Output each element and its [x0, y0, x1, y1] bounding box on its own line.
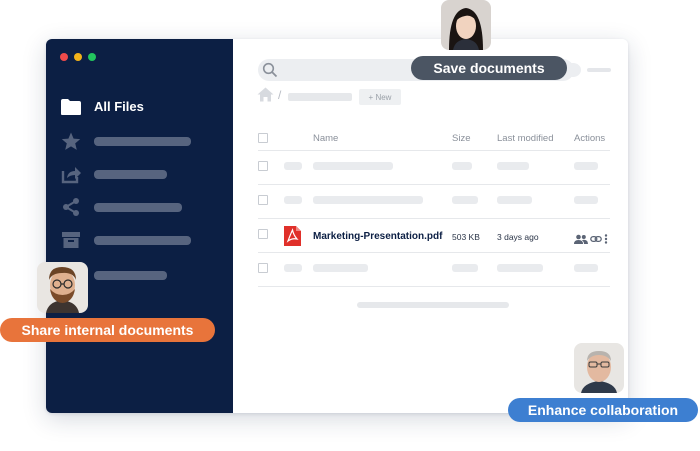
file-icon-placeholder	[284, 162, 302, 170]
new-button[interactable]: + New	[359, 89, 401, 105]
row-checkbox[interactable]	[258, 195, 268, 205]
row-divider	[258, 286, 610, 287]
name-placeholder	[313, 162, 393, 170]
share-documents-callout: Share internal documents	[0, 318, 215, 342]
sidebar-item-placeholder	[94, 170, 167, 179]
more-icon[interactable]	[604, 231, 608, 249]
modified-placeholder	[497, 196, 532, 204]
share-nodes-icon	[60, 197, 82, 217]
view-toggle[interactable]	[565, 63, 581, 77]
search-icon	[262, 62, 278, 83]
name-placeholder	[313, 264, 368, 272]
column-header-size[interactable]: Size	[452, 133, 470, 144]
link-icon[interactable]	[590, 231, 602, 249]
row-divider	[258, 252, 610, 253]
name-placeholder	[313, 196, 423, 204]
sidebar-item-label: All Files	[94, 99, 144, 114]
avatar-man-bearded	[37, 262, 88, 313]
select-all-checkbox[interactable]	[258, 133, 268, 143]
sidebar-item-placeholder	[94, 137, 191, 146]
users-icon[interactable]	[574, 231, 588, 249]
share-out-icon	[60, 164, 82, 184]
menu-placeholder[interactable]	[587, 68, 611, 72]
archive-icon	[60, 230, 82, 250]
actions-placeholder	[574, 162, 598, 170]
sidebar-item-placeholder	[94, 236, 191, 245]
row-divider	[258, 184, 610, 185]
sidebar-item-favorites[interactable]	[60, 131, 220, 151]
save-documents-callout: Save documents	[411, 56, 567, 80]
sidebar-item-archive[interactable]	[60, 230, 220, 250]
row-checkbox[interactable]	[258, 161, 268, 171]
sidebar-item-placeholder	[94, 271, 167, 280]
file-modified: 3 days ago	[497, 232, 539, 242]
app-window: All Files / + New Name Size Last modifie…	[46, 39, 628, 413]
column-header-modified[interactable]: Last modified	[497, 133, 554, 144]
window-maximize-dot[interactable]	[88, 53, 96, 61]
size-placeholder	[452, 264, 478, 272]
breadcrumb-separator: /	[278, 88, 282, 102]
file-icon-placeholder	[284, 264, 302, 272]
size-placeholder	[452, 162, 472, 170]
sidebar-item-shared-out[interactable]	[60, 164, 220, 184]
breadcrumb[interactable]	[288, 93, 352, 101]
sidebar-item-all-files[interactable]: All Files	[60, 97, 220, 117]
sidebar-item-shared[interactable]	[60, 197, 220, 217]
size-placeholder	[452, 196, 478, 204]
column-header-name[interactable]: Name	[313, 133, 338, 144]
column-header-actions: Actions	[574, 133, 606, 144]
actions-placeholder	[574, 264, 598, 272]
file-browser: / + New Name Size Last modified Actions	[233, 39, 628, 413]
horizontal-scrollbar[interactable]	[357, 302, 509, 308]
row-divider	[258, 150, 610, 151]
home-icon[interactable]	[257, 87, 274, 107]
pdf-icon	[284, 226, 301, 251]
window-close-dot[interactable]	[60, 53, 68, 61]
window-minimize-dot[interactable]	[74, 53, 82, 61]
star-icon	[60, 131, 82, 151]
enhance-collaboration-callout: Enhance collaboration	[508, 398, 698, 422]
actions-placeholder	[574, 196, 598, 204]
row-checkbox[interactable]	[258, 229, 268, 239]
sidebar: All Files	[46, 39, 233, 413]
avatar-older-man	[574, 343, 624, 393]
file-size: 503 KB	[452, 232, 480, 242]
folder-icon	[60, 97, 82, 117]
row-divider	[258, 218, 610, 219]
file-icon-placeholder	[284, 196, 302, 204]
file-name[interactable]: Marketing-Presentation.pdf	[313, 231, 442, 242]
avatar-woman	[441, 0, 491, 50]
modified-placeholder	[497, 264, 543, 272]
row-checkbox[interactable]	[258, 263, 268, 273]
sidebar-item-placeholder	[94, 203, 182, 212]
modified-placeholder	[497, 162, 529, 170]
